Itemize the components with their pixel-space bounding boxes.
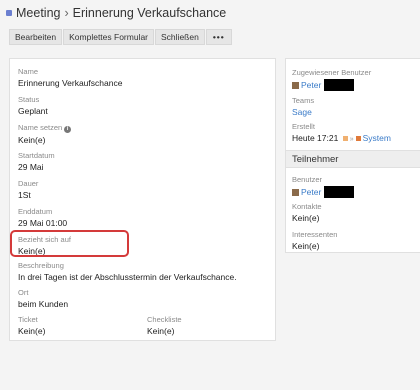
users-value: Peter — [292, 186, 355, 198]
user-link[interactable]: Peter — [301, 187, 321, 197]
end-value: 29 Mai 01:00 — [18, 218, 68, 228]
created-value: Heute 17:21 » System — [292, 133, 391, 143]
breadcrumb-separator: › — [64, 6, 69, 20]
field-name-set: Name setzen i Kein(e) — [18, 123, 72, 145]
field-ticket: Ticket Kein(e) — [18, 315, 45, 336]
status-label: Status — [18, 95, 40, 104]
contacts-label: Kontakte — [292, 202, 322, 211]
module-icon — [6, 10, 12, 16]
checklist-value: Kein(e) — [147, 326, 175, 336]
field-created: Erstellt Heute 17:21 » System — [292, 122, 391, 143]
name-set-label-text: Name setzen — [18, 123, 63, 132]
team-link[interactable]: Sage — [292, 107, 312, 117]
checklist-label: Checkliste — [147, 315, 182, 324]
field-teams: Teams Sage — [292, 96, 314, 117]
created-time: Heute 17:21 — [292, 133, 339, 143]
full-form-button[interactable]: Komplettes Formular — [63, 29, 155, 45]
assigned-label: Zugewiesener Benutzer — [292, 68, 372, 77]
avatar — [292, 189, 299, 196]
field-start: Startdatum 29 Mai — [18, 151, 55, 172]
close-button[interactable]: Schließen — [155, 29, 205, 45]
page-header: Meeting › Erinnerung Verkaufschance — [0, 0, 420, 26]
name-label: Name — [18, 67, 39, 76]
action-toolbar: Bearbeiten Komplettes Formular Schließen… — [9, 29, 233, 45]
assigned-value: Peter — [292, 79, 371, 91]
field-checklist: Checkliste Kein(e) — [147, 315, 182, 336]
avatar — [292, 82, 299, 89]
users-label: Benutzer — [292, 175, 323, 184]
end-label: Enddatum — [18, 207, 53, 216]
field-location: Ort beim Kunden — [18, 288, 68, 309]
field-duration: Dauer 1St — [18, 179, 38, 200]
description-label: Beschreibung — [18, 261, 64, 270]
system-icon — [355, 136, 361, 141]
redaction-block — [324, 79, 355, 91]
name-set-label: Name setzen i — [18, 123, 72, 133]
created-icon — [342, 136, 348, 141]
start-label: Startdatum — [18, 151, 55, 160]
edit-button[interactable]: Bearbeiten — [9, 29, 63, 45]
name-set-value: Kein(e) — [18, 135, 46, 145]
teams-label: Teams — [292, 96, 315, 105]
field-end: Enddatum 29 Mai 01:00 — [18, 207, 67, 228]
status-value: Geplant — [18, 106, 48, 116]
redaction-block — [324, 186, 355, 198]
description-value: In drei Tagen ist der Abschlusstermin de… — [18, 272, 237, 282]
teams-value: Sage — [292, 107, 314, 117]
participants-header: Teilnehmer — [286, 150, 420, 168]
page-title: Erinnerung Verkaufschance — [72, 6, 227, 20]
location-value: beim Kunden — [18, 299, 69, 309]
ticket-label: Ticket — [18, 315, 38, 324]
detail-panel: Name Erinnerung Verkaufschance Status Ge… — [9, 58, 276, 341]
breadcrumb-module[interactable]: Meeting — [16, 6, 60, 20]
side-panel: Zugewiesener Benutzer Peter Teams Sage E… — [285, 58, 420, 253]
field-assigned-user: Zugewiesener Benutzer Peter — [292, 68, 371, 91]
location-label: Ort — [18, 288, 29, 297]
leads-label: Interessenten — [292, 230, 338, 239]
field-users: Benutzer Peter — [292, 175, 355, 198]
duration-label: Dauer — [18, 179, 39, 188]
more-actions-button[interactable]: ••• — [205, 29, 232, 45]
field-status: Status Geplant — [18, 95, 48, 116]
assigned-user-link[interactable]: Peter — [301, 80, 321, 90]
created-label: Erstellt — [292, 122, 315, 131]
ticket-value: Kein(e) — [18, 326, 46, 336]
field-description: Beschreibung In drei Tagen ist der Absch… — [18, 261, 237, 282]
field-contacts: Kontakte Kein(e) — [292, 202, 322, 223]
leads-value: Kein(e) — [292, 241, 320, 251]
info-icon[interactable]: i — [64, 126, 72, 133]
created-separator: » — [349, 136, 354, 143]
field-leads: Interessenten Kein(e) — [292, 230, 337, 251]
name-value: Erinnerung Verkaufschance — [18, 78, 123, 88]
start-value: 29 Mai — [18, 162, 44, 172]
highlight-box — [10, 230, 129, 257]
created-by-link[interactable]: System — [363, 133, 391, 143]
duration-value: 1St — [18, 190, 31, 200]
contacts-value: Kein(e) — [292, 213, 320, 223]
field-name: Name Erinnerung Verkaufschance — [18, 67, 122, 88]
